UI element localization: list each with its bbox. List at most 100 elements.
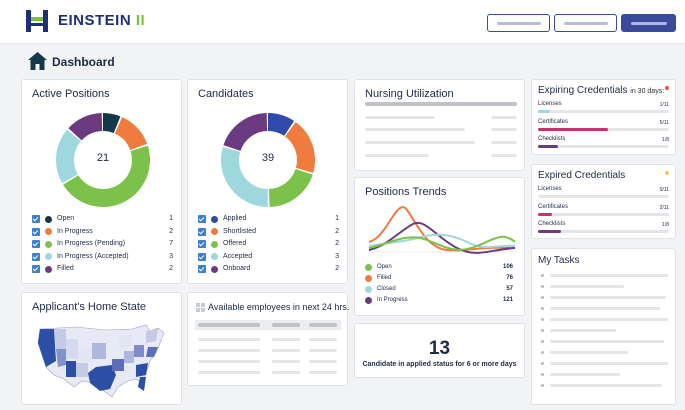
credential-row-licenses[interactable]: Licenses 1/11 <box>538 101 669 117</box>
legend-value: 106 <box>502 264 513 270</box>
positions-trends-legend: Open 106 Filled 76 Closed 57 In Progress 121 <box>365 262 513 306</box>
table-row <box>198 338 338 341</box>
legend-item-applied[interactable]: Applied 1 <box>198 213 339 226</box>
credential-label: Checklists <box>538 136 566 142</box>
nursing-utilization-title: Nursing Utilization <box>365 88 454 100</box>
header-button-2-placeholder <box>563 22 608 25</box>
home-state-card: Applicant's Home State <box>21 292 182 405</box>
legend-item-onboard[interactable]: Onboard 2 <box>198 263 339 276</box>
legend-label: Accepted <box>223 252 253 260</box>
expiring-credentials-title-text: Expiring Credentials <box>538 85 628 96</box>
header-button-2[interactable] <box>554 14 617 32</box>
checkbox[interactable] <box>32 227 40 236</box>
trend-legend-closed[interactable]: Closed 57 <box>365 284 513 295</box>
credential-fill <box>538 145 558 148</box>
cell-placeholder <box>198 360 260 363</box>
legend-label: Shortlisted <box>223 227 257 235</box>
checkbox[interactable] <box>32 265 40 273</box>
trend-legend-filled[interactable]: Filled 76 <box>365 273 513 284</box>
credential-row-certificates[interactable]: Certificates 2/11 <box>538 204 669 220</box>
credential-fill <box>538 128 608 131</box>
legend-label: Filled <box>57 265 74 272</box>
task-text-placeholder <box>550 329 616 332</box>
legend-item-filled[interactable]: Filled 2 <box>32 263 173 276</box>
table-header <box>195 320 341 330</box>
status-dot <box>665 171 669 175</box>
legend-dot <box>211 253 218 260</box>
trend-legend-open[interactable]: Open 106 <box>365 262 513 273</box>
checkbox[interactable] <box>198 227 206 236</box>
legend-value: 2 <box>335 227 339 235</box>
legend-dot <box>45 265 52 273</box>
active-positions-title: Active Positions <box>32 88 110 100</box>
header-button-1[interactable] <box>487 14 550 32</box>
table-row <box>198 360 338 363</box>
status-dot <box>665 86 669 90</box>
cell-placeholder <box>272 371 300 374</box>
bullet <box>541 296 544 299</box>
header-placeholder <box>309 323 337 327</box>
header-button-1-placeholder <box>496 22 541 25</box>
legend-value: 3 <box>335 252 339 260</box>
checkbox[interactable] <box>198 215 206 223</box>
task-text-placeholder <box>550 362 668 365</box>
row-placeholder <box>491 141 517 144</box>
checkbox[interactable] <box>198 265 206 273</box>
legend-label: In Progress <box>377 297 408 303</box>
credential-value: 1/8 <box>662 222 669 228</box>
credential-label: Licenses <box>538 186 562 192</box>
legend-item-shortlisted[interactable]: Shortlisted 2 <box>198 226 339 239</box>
checkbox[interactable] <box>32 240 40 248</box>
legend-item-open[interactable]: Open 1 <box>32 213 173 226</box>
cell-placeholder <box>198 338 260 341</box>
legend-value: 7 <box>169 240 173 247</box>
applied-status-kpi-card[interactable]: 13 Candidate in applied status for 6 or … <box>354 323 525 378</box>
legend-item-accepted[interactable]: Accepted 3 <box>198 251 339 264</box>
legend-value: 2 <box>169 227 173 235</box>
available-employees-card: Available employees in next 24 hrs. <box>187 292 349 386</box>
legend-value: 121 <box>502 297 513 303</box>
row-placeholder <box>491 116 517 119</box>
us-map <box>37 324 165 398</box>
legend-dot <box>365 285 372 293</box>
legend-dot <box>365 274 372 282</box>
legend-item-in-progress-pending[interactable]: In Progress (Pending) 7 <box>32 238 173 251</box>
cell-placeholder <box>198 349 260 352</box>
trend-legend-in-progress[interactable]: In Progress 121 <box>365 295 513 306</box>
credential-row-certificates[interactable]: Certificates 5/11 <box>538 119 669 135</box>
credential-row-licenses[interactable]: Licenses 0/11 <box>538 186 669 202</box>
kpi-label: Candidate in applied status for 6 or mor… <box>362 361 517 368</box>
legend-item-in-progress-accepted[interactable]: In Progress (Accepted) 3 <box>32 251 173 264</box>
home-state-title: Applicant's Home State <box>32 301 146 313</box>
legend-dot <box>365 263 372 271</box>
legend-value: 2 <box>335 240 339 247</box>
cell-placeholder <box>272 338 300 341</box>
checkbox[interactable] <box>32 215 40 223</box>
expired-credentials-title: Expired Credentials <box>538 170 626 181</box>
bullet <box>541 307 544 310</box>
header-primary-button[interactable] <box>621 14 676 32</box>
checkbox[interactable] <box>198 252 206 261</box>
header-placeholder <box>272 323 300 327</box>
legend-label: Open <box>57 215 75 222</box>
checkbox[interactable] <box>198 240 206 248</box>
legend-dot <box>45 253 52 260</box>
legend-dot <box>211 240 218 248</box>
credential-track <box>538 213 669 216</box>
credential-row-checklists[interactable]: Checklists 1/8 <box>538 221 669 237</box>
bullet <box>541 329 544 332</box>
kpi-number: 13 <box>428 338 451 359</box>
legend-dot <box>211 228 218 235</box>
row-placeholder <box>365 141 475 144</box>
credential-row-checklists[interactable]: Checklists 1/8 <box>538 136 669 152</box>
legend-dot <box>45 240 52 248</box>
legend-item-offered[interactable]: Offered 2 <box>198 238 339 251</box>
credential-value: 1/11 <box>659 102 669 108</box>
legend-item-in-progress[interactable]: In Progress 2 <box>32 226 173 239</box>
positions-trends-chart <box>367 206 517 254</box>
legend-dot <box>45 228 52 235</box>
checkbox[interactable] <box>32 252 40 261</box>
credential-label: Licenses <box>538 101 562 107</box>
legend-value: 1 <box>335 215 339 222</box>
legend-dot <box>211 265 218 273</box>
